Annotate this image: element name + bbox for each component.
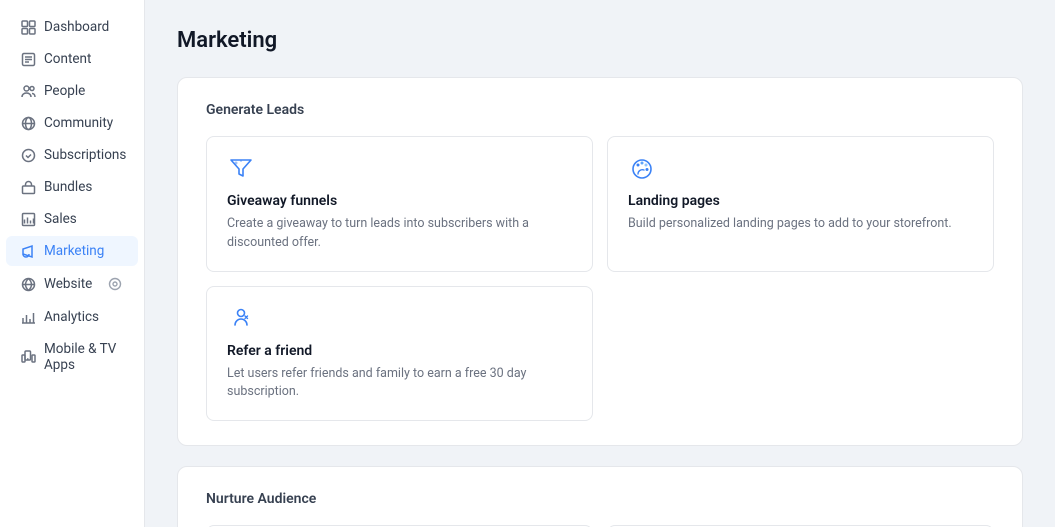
- refer-friend-title: Refer a friend: [227, 343, 572, 359]
- refer-icon: [227, 305, 572, 333]
- sidebar-label-content: Content: [44, 51, 91, 67]
- giveaway-funnels-title: Giveaway funnels: [227, 193, 572, 209]
- sidebar-label-people: People: [44, 83, 85, 99]
- sidebar-item-marketing[interactable]: Marketing: [6, 236, 138, 266]
- sidebar-item-bundles[interactable]: Bundles: [6, 172, 138, 202]
- sidebar-label-community: Community: [44, 115, 113, 131]
- analytics-icon: [20, 309, 36, 325]
- refer-friend-card[interactable]: Refer a friend Let users refer friends a…: [206, 286, 593, 422]
- page-title: Marketing: [177, 28, 1023, 53]
- sidebar: Dashboard Content People: [0, 0, 145, 527]
- sidebar-item-subscriptions[interactable]: Subscriptions: [6, 140, 138, 170]
- refer-friend-desc: Let users refer friends and family to ea…: [227, 365, 572, 403]
- giveaway-funnels-desc: Create a giveaway to turn leads into sub…: [227, 215, 572, 253]
- sidebar-item-mobile-tv[interactable]: Mobile & TV Apps: [6, 334, 138, 380]
- nurture-audience-title: Nurture Audience: [206, 491, 994, 507]
- sidebar-item-dashboard[interactable]: Dashboard: [6, 12, 138, 42]
- sidebar-label-subscriptions: Subscriptions: [44, 147, 126, 163]
- people-icon: [20, 83, 36, 99]
- community-icon: [20, 115, 36, 131]
- main-content: Marketing Generate Leads Giveaway funnel…: [145, 0, 1055, 527]
- landing-pages-desc: Build personalized landing pages to add …: [628, 215, 973, 234]
- subscriptions-icon: [20, 147, 36, 163]
- landing-pages-title: Landing pages: [628, 193, 973, 209]
- sidebar-item-website[interactable]: Website: [6, 268, 138, 300]
- palette-icon: [628, 155, 973, 183]
- bundles-icon: [20, 179, 36, 195]
- website-icon: [20, 276, 36, 292]
- sidebar-item-community[interactable]: Community: [6, 108, 138, 138]
- website-badge: [106, 275, 124, 293]
- sidebar-item-content[interactable]: Content: [6, 44, 138, 74]
- sidebar-label-bundles: Bundles: [44, 179, 92, 195]
- sidebar-item-sales[interactable]: Sales: [6, 204, 138, 234]
- generate-leads-section: Generate Leads Giveaway funnels Create a…: [177, 77, 1023, 446]
- sidebar-label-mobile-tv: Mobile & TV Apps: [44, 341, 124, 373]
- mobile-icon: [20, 349, 36, 365]
- giveaway-funnels-card[interactable]: Giveaway funnels Create a giveaway to tu…: [206, 136, 593, 272]
- sidebar-item-people[interactable]: People: [6, 76, 138, 106]
- sidebar-label-analytics: Analytics: [44, 309, 99, 325]
- landing-pages-card[interactable]: Landing pages Build personalized landing…: [607, 136, 994, 272]
- sidebar-item-analytics[interactable]: Analytics: [6, 302, 138, 332]
- sidebar-label-marketing: Marketing: [44, 243, 104, 259]
- generate-leads-title: Generate Leads: [206, 102, 994, 118]
- sales-icon: [20, 211, 36, 227]
- marketing-icon: [20, 243, 36, 259]
- dashboard-icon: [20, 19, 36, 35]
- funnel-icon: [227, 155, 572, 183]
- generate-leads-cards: Giveaway funnels Create a giveaway to tu…: [206, 136, 994, 421]
- nurture-audience-section: Nurture Audience Email Broadcasts Send s…: [177, 466, 1023, 527]
- sidebar-label-sales: Sales: [44, 211, 77, 227]
- sidebar-label-dashboard: Dashboard: [44, 19, 109, 35]
- content-icon: [20, 51, 36, 67]
- sidebar-label-website: Website: [44, 276, 92, 292]
